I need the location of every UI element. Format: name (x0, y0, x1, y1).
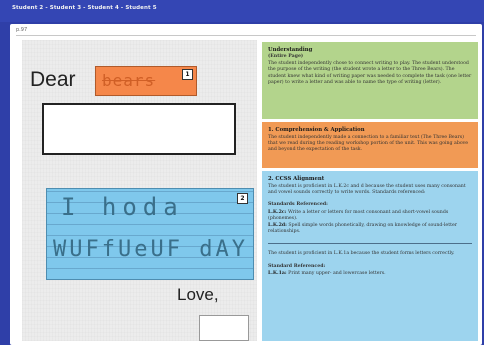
annotation-badge-1: 1 (182, 69, 193, 80)
standard-l-k-1a: L.K.1a: Print many upper- and lowercase … (268, 271, 472, 277)
signature-box (199, 315, 249, 341)
annotation-badge-2: 2 (237, 193, 248, 204)
understanding-panel: Understanding (Entire Page) The student … (262, 42, 478, 119)
standard-heading: Standard Referenced: (268, 263, 326, 269)
recipient-highlight: bears 1 (95, 66, 197, 96)
comprehension-heading: 1. Comprehension & Application (268, 127, 365, 133)
ccss-panel: 2. CCSS Alignment The student is profici… (262, 171, 478, 341)
standard-l-k-2d: L.K.2d: Spell simple words phonetically,… (268, 223, 472, 235)
breadcrumb[interactable]: Student 2 - Student 3 - Student 4 - Stud… (12, 5, 157, 11)
greeting-text: Dear (30, 68, 76, 91)
standard-code: L.K.2d: (268, 223, 287, 228)
drawing-box (42, 103, 236, 155)
standard-l-k-2c: L.K.2c: Write a letter or letters for mo… (268, 210, 472, 222)
standard-code: L.K.1a: (268, 270, 287, 276)
comprehension-panel: 1. Comprehension & Application The stude… (262, 122, 478, 168)
section-divider (268, 243, 472, 245)
understanding-text: The student independently chose to conne… (268, 61, 472, 85)
understanding-heading: Understanding (268, 47, 313, 53)
closing-text: Love, (177, 285, 219, 304)
standard-code: L.K.2c: (268, 209, 287, 215)
ccss-text: The student is proficient in L.K.2c and … (268, 183, 466, 196)
handwriting-line-1: I hoda (61, 193, 184, 221)
page-number: p.97 (16, 27, 28, 33)
comprehension-text: The student independently made a connect… (268, 134, 469, 153)
ccss-heading: 2. CCSS Alignment (268, 176, 325, 182)
student-worksheet-scan: Dear bears 1 I hoda WUFfUeUF dAY 2 Love, (22, 40, 257, 341)
standard-text: Write a letter or letters for most conso… (268, 209, 449, 221)
writing-highlight: I hoda WUFfUeUF dAY 2 (46, 188, 254, 280)
standard-text: Spell simple words phonetically, drawing… (268, 223, 457, 235)
top-bar: Student 2 - Student 3 - Student 4 - Stud… (0, 0, 484, 22)
understanding-subheading: (Entire Page) (268, 53, 304, 59)
standard-text: Print many upper- and lowercase letters. (288, 270, 386, 276)
document-page: p.97 Dear bears 1 I hoda WUFfUeUF dAY 2 … (10, 24, 482, 345)
standards-heading: Standards Referenced: (268, 202, 328, 208)
header-rule (16, 35, 476, 36)
proficient-l-k-1a-text: The student is proficient in L.K.1a beca… (268, 251, 455, 257)
recipient-handwriting: bears (102, 71, 156, 90)
handwriting-line-2: WUFfUeUF dAY (53, 237, 248, 262)
